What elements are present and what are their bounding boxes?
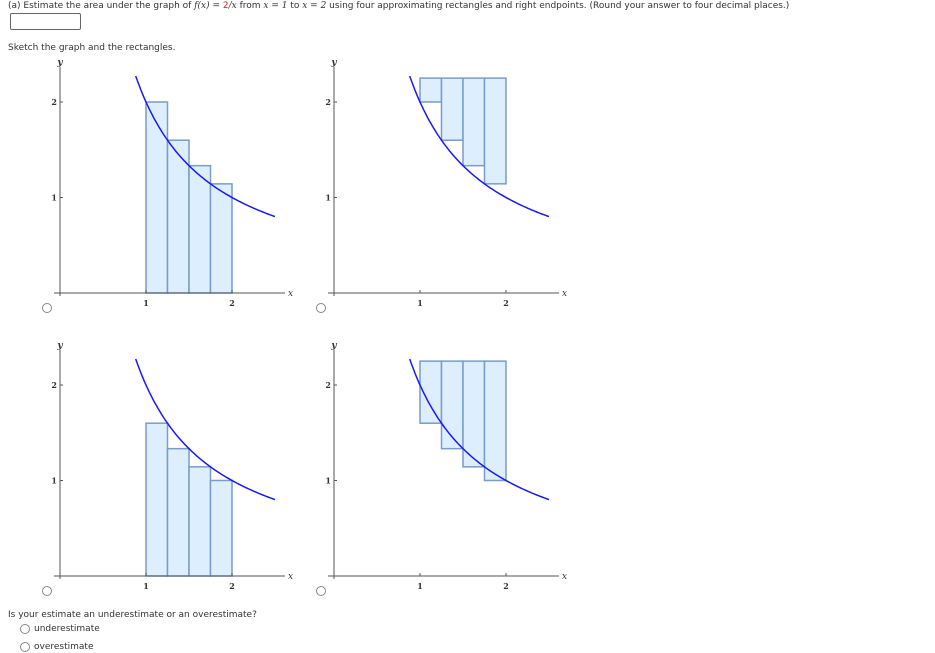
y-tick-label: 1 bbox=[325, 476, 331, 486]
x-axis-label: x bbox=[562, 572, 567, 582]
radio-overestimate[interactable] bbox=[20, 642, 30, 652]
rectangle-4 bbox=[483, 360, 507, 482]
graph-option-4: 1 2 1 2 x y bbox=[325, 341, 567, 591]
option-underestimate[interactable]: underestimate bbox=[20, 624, 100, 634]
x-tick-label: 1 bbox=[417, 581, 423, 591]
option-underestimate-label: underestimate bbox=[34, 624, 100, 634]
y-tick-label: 2 bbox=[325, 380, 331, 390]
radio-underestimate[interactable] bbox=[20, 624, 30, 634]
y-axis-label: y bbox=[330, 341, 337, 351]
x-tick-label: 2 bbox=[503, 581, 509, 591]
option-overestimate[interactable]: overestimate bbox=[20, 642, 93, 652]
graph-select-radio-4[interactable] bbox=[316, 586, 326, 596]
rectangle-2 bbox=[440, 360, 464, 450]
estimate-question: Is your estimate an underestimate or an … bbox=[8, 610, 257, 620]
option-overestimate-label: overestimate bbox=[34, 642, 94, 652]
